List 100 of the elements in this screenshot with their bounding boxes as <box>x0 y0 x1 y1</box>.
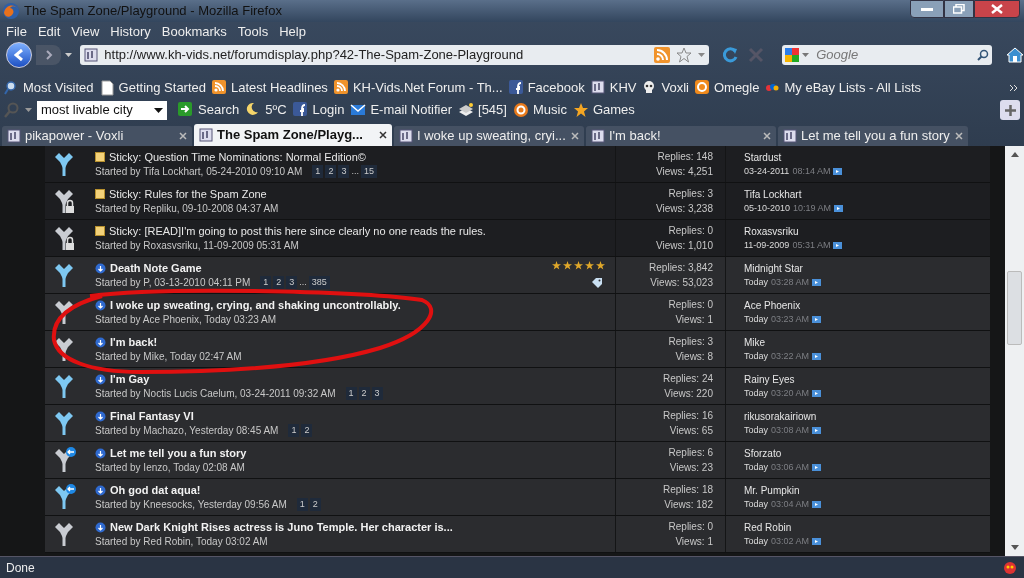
page-link[interactable]: 3 <box>338 164 350 179</box>
menu-item[interactable]: Help <box>278 22 307 42</box>
last-poster-link[interactable]: Stardust <box>744 149 990 165</box>
thread-title-link[interactable]: Let me tell you a fun story <box>110 444 247 462</box>
close-button[interactable] <box>974 0 1020 18</box>
last-post-date: Today <box>744 534 769 548</box>
search-field[interactable]: Google <box>782 45 993 65</box>
browser-tab[interactable]: pikapower - Voxli <box>2 126 192 146</box>
thread-title-link[interactable]: Death Note Game <box>110 259 202 277</box>
thread-title-link[interactable]: Final Fantasy VI <box>110 407 194 425</box>
minimize-button[interactable] <box>910 0 944 18</box>
thread-title-link[interactable]: Oh god dat aqua! <box>110 481 201 499</box>
dropdown-caret-icon[interactable] <box>697 53 705 57</box>
last-poster-link[interactable]: Red Robin <box>744 519 990 535</box>
dropdown-caret-icon <box>25 108 32 112</box>
menu-item[interactable]: Tools <box>236 22 270 42</box>
toolbar-item[interactable]: Search <box>198 100 240 120</box>
page-link[interactable]: 2 <box>358 386 370 401</box>
music-logo-icon <box>512 102 529 118</box>
last-poster-link[interactable]: Rainy Eyes <box>744 371 990 387</box>
bookmark-link[interactable]: Omegle <box>713 78 760 98</box>
browser-tab[interactable]: I'm back! <box>586 126 776 146</box>
last-poster-link[interactable]: Tifa Lockhart <box>744 186 990 202</box>
back-button[interactable] <box>6 42 32 68</box>
thread-title-link[interactable]: I woke up sweating, crying, and shaking uncontrollably. <box>110 296 401 314</box>
last-poster-link[interactable]: Mike <box>744 334 990 350</box>
bookmark-link[interactable]: Most Visited <box>23 78 94 98</box>
reload-icon[interactable] <box>720 46 739 64</box>
thread-title-link[interactable]: Sticky: [READ]I'm going to post this here since clearly no one reads the rules. <box>109 222 486 240</box>
toolbar-item[interactable]: Games <box>592 100 635 120</box>
go-to-last-post-icon <box>833 168 843 175</box>
thread-title-link[interactable]: Sticky: Rules for the Spam Zone <box>109 185 267 203</box>
scroll-down-arrow-icon[interactable] <box>1010 545 1019 550</box>
search-icon[interactable] <box>977 49 990 61</box>
bookmark-star-icon[interactable] <box>675 47 692 63</box>
site-page-icon <box>590 80 607 96</box>
menu-item[interactable]: Edit <box>36 22 62 42</box>
add-button[interactable] <box>1000 100 1020 120</box>
scrollbar-thumb[interactable] <box>1007 271 1022 345</box>
bookmark-link[interactable]: Latest Headlines <box>231 78 328 98</box>
go-to-last-post-icon <box>812 464 822 471</box>
page-link[interactable]: 385 <box>308 275 330 290</box>
last-post-date: Today <box>744 349 769 363</box>
scroll-up-arrow-icon[interactable] <box>1010 152 1019 157</box>
bookmark-link[interactable]: Voxli <box>661 78 689 98</box>
forward-button[interactable] <box>35 45 62 65</box>
last-poster-link[interactable]: rikusorakairiown <box>744 408 990 424</box>
page-link[interactable]: 15 <box>360 164 377 179</box>
bookmark-link[interactable]: KH-Vids.Net Forum - Th... <box>352 78 503 98</box>
views-count: Views: 4,251 <box>655 165 713 179</box>
thread-title-link[interactable]: New Dark Knight Rises actress is Juno Temple. Her character is... <box>110 518 453 536</box>
search-input[interactable]: Google <box>816 45 975 65</box>
toolbar-item[interactable]: Music <box>532 100 567 120</box>
last-poster-link[interactable]: Sforzato <box>744 445 990 461</box>
thread-starter-info: Started by Tifa Lockhart, 05-24-2010 09:10 AM <box>95 165 303 179</box>
last-post-date: Today <box>744 460 769 474</box>
page-link[interactable]: 2 <box>273 275 285 290</box>
toolbar-item[interactable]: 5ºC <box>265 100 287 120</box>
page-link[interactable]: 1 <box>296 497 308 512</box>
page-link[interactable]: 2 <box>325 164 337 179</box>
page-link[interactable]: 1 <box>260 275 272 290</box>
menu-item[interactable]: View <box>70 22 101 42</box>
envelope-icon <box>350 102 367 118</box>
bookmark-link[interactable]: Facebook <box>527 78 585 98</box>
replies-count: Replies: 148 <box>657 150 713 164</box>
toolbar-item[interactable]: [545] <box>478 100 507 120</box>
rss-feed-icon[interactable] <box>653 47 670 63</box>
facebook-logo-icon <box>292 102 309 118</box>
toolbar-item[interactable]: E-mail Notifier <box>370 100 452 120</box>
last-poster-link[interactable]: Roxasvsriku <box>744 223 990 239</box>
menu-item[interactable]: Bookmarks <box>160 22 228 42</box>
views-count: Views: 8 <box>675 350 713 364</box>
page-link[interactable]: 1 <box>288 423 300 438</box>
last-poster-link[interactable]: Midnight Star <box>744 260 990 276</box>
rating-star-icon <box>596 261 605 270</box>
close-icon <box>379 131 387 139</box>
last-poster-link[interactable]: Mr. Pumpkin <box>744 482 990 498</box>
thread-title-link[interactable]: I'm back! <box>110 333 158 351</box>
menu-item[interactable]: History <box>109 22 152 42</box>
maximize-button[interactable] <box>944 0 974 18</box>
toolbar-search-combo[interactable]: most livable city <box>37 100 167 120</box>
browser-tab[interactable]: I woke up sweating, cryi... <box>394 126 584 146</box>
thread-title-link[interactable]: Sticky: Question Time Nominations: Normal Edition© <box>109 148 366 166</box>
bookmark-link[interactable]: KHV <box>609 78 637 98</box>
page-link[interactable]: 2 <box>309 497 321 512</box>
menu-item[interactable]: File <box>5 22 28 42</box>
page-link[interactable]: 2 <box>301 423 313 438</box>
last-poster-link[interactable]: Ace Phoenix <box>744 297 990 313</box>
bookmark-link[interactable]: Getting Started <box>118 78 207 98</box>
toolbar-item[interactable]: Login <box>312 100 345 120</box>
home-icon[interactable] <box>1006 47 1024 63</box>
bookmark-link[interactable]: My eBay Lists - All Lists <box>784 78 922 98</box>
page-link[interactable]: 1 <box>312 164 324 179</box>
browser-tab[interactable]: Let me tell you a fun story <box>778 126 968 146</box>
thread-title-link[interactable]: I'm Gay <box>110 370 150 388</box>
browser-tab[interactable]: The Spam Zone/Playg... <box>194 124 392 146</box>
page-link[interactable]: 1 <box>345 386 357 401</box>
page-link[interactable]: 3 <box>286 275 298 290</box>
address-bar[interactable]: http://www.kh-vids.net/forumdisplay.php?42-The-Spam-Zone-Playground <box>80 45 709 65</box>
page-link[interactable]: 3 <box>371 386 383 401</box>
